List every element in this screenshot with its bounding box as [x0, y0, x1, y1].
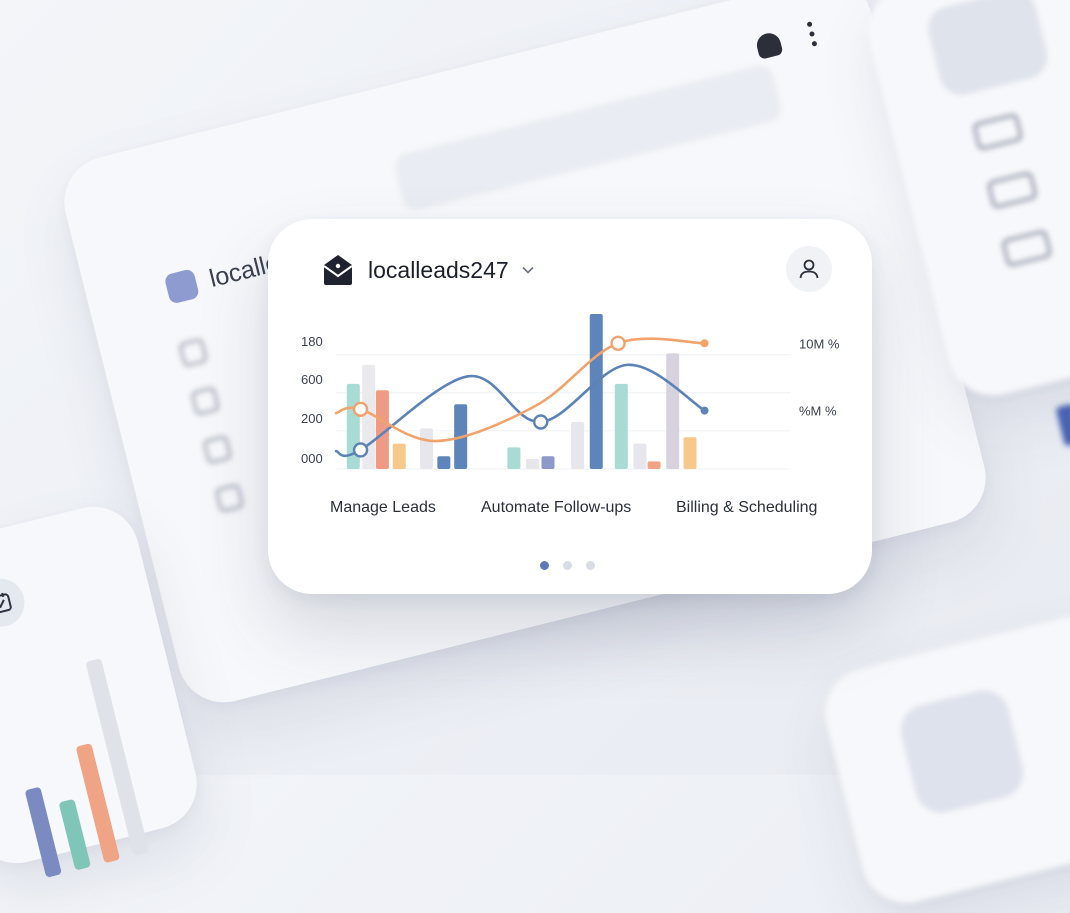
chart-bar	[589, 314, 603, 469]
background-tile	[895, 684, 1029, 819]
calendar-icon	[214, 483, 245, 513]
chart-end-point	[700, 406, 709, 415]
chart-bar	[392, 443, 406, 469]
pager-dot[interactable]	[586, 561, 595, 570]
background-bottom-card	[815, 607, 1070, 913]
chart-point-marker	[610, 335, 626, 351]
chart-end-point	[700, 339, 709, 348]
more-vertical-icon	[806, 21, 818, 47]
chart-right-label: %M %	[799, 404, 837, 419]
pager-dot[interactable]	[540, 561, 549, 570]
chart-series-line	[334, 337, 706, 443]
user-icon	[799, 259, 819, 279]
background-tile	[923, 0, 1053, 100]
feature-automate-follow-ups[interactable]: Automate Follow-ups	[481, 499, 631, 517]
chart-bar	[541, 456, 555, 469]
background-bar	[58, 798, 92, 871]
carousel-pager	[540, 561, 595, 570]
chart-bar	[683, 437, 697, 469]
background-bar	[24, 786, 62, 878]
feature-manage-leads[interactable]: Manage Leads	[330, 499, 436, 517]
chart-series-line	[334, 363, 706, 458]
feature-billing-scheduling[interactable]: Billing & Scheduling	[676, 499, 817, 517]
performance-chart: 180 600 200 000 10M % %M %	[301, 314, 840, 470]
background-top-icons	[754, 21, 818, 60]
background-menu	[178, 338, 251, 538]
clock-icon	[202, 435, 232, 465]
chart-bar	[633, 443, 647, 469]
chart-bar	[526, 458, 540, 469]
chart-y-tick-label: 180	[301, 334, 323, 349]
chart-bar	[666, 353, 680, 469]
background-menu-item	[190, 386, 220, 416]
chart-right-label: 10M %	[799, 336, 840, 351]
chart-bar	[507, 447, 521, 469]
calendar-icon	[1001, 229, 1053, 268]
chart-point-marker	[352, 401, 369, 418]
chart-bar	[614, 383, 628, 469]
card-header: localleads247	[322, 253, 535, 287]
profile-button[interactable]	[786, 246, 832, 292]
user-icon	[754, 30, 784, 60]
chart-bar	[647, 461, 661, 469]
background-accent	[1055, 403, 1070, 447]
background-logo-icon	[163, 268, 201, 305]
list-icon	[178, 338, 208, 368]
users-icon	[190, 386, 220, 416]
chart-point-marker	[533, 414, 549, 430]
chart-bar	[571, 422, 585, 469]
chart-y-tick-label: 000	[301, 451, 323, 466]
folder-icon	[986, 170, 1038, 210]
user-icon	[971, 112, 1024, 152]
envelope-logo-icon	[323, 255, 353, 285]
chart-bar	[420, 428, 434, 469]
background-menu-item	[214, 483, 245, 513]
chart-y-tick-label: 600	[301, 372, 323, 387]
background-menu-item	[178, 338, 208, 368]
background-menu-item	[202, 435, 232, 465]
chart-y-tick-label: 200	[301, 411, 323, 426]
brand-name: localleads247	[368, 256, 509, 283]
background-search-bar	[391, 62, 785, 214]
chart-point-marker	[352, 442, 369, 458]
calendar-check-icon	[0, 573, 30, 632]
dashboard-card: localleads247 180 600 200 000 10M % %M % Man…	[268, 219, 872, 594]
pager-dot[interactable]	[563, 561, 572, 570]
chevron-down-icon[interactable]	[521, 263, 535, 277]
chart-bar	[437, 456, 451, 469]
